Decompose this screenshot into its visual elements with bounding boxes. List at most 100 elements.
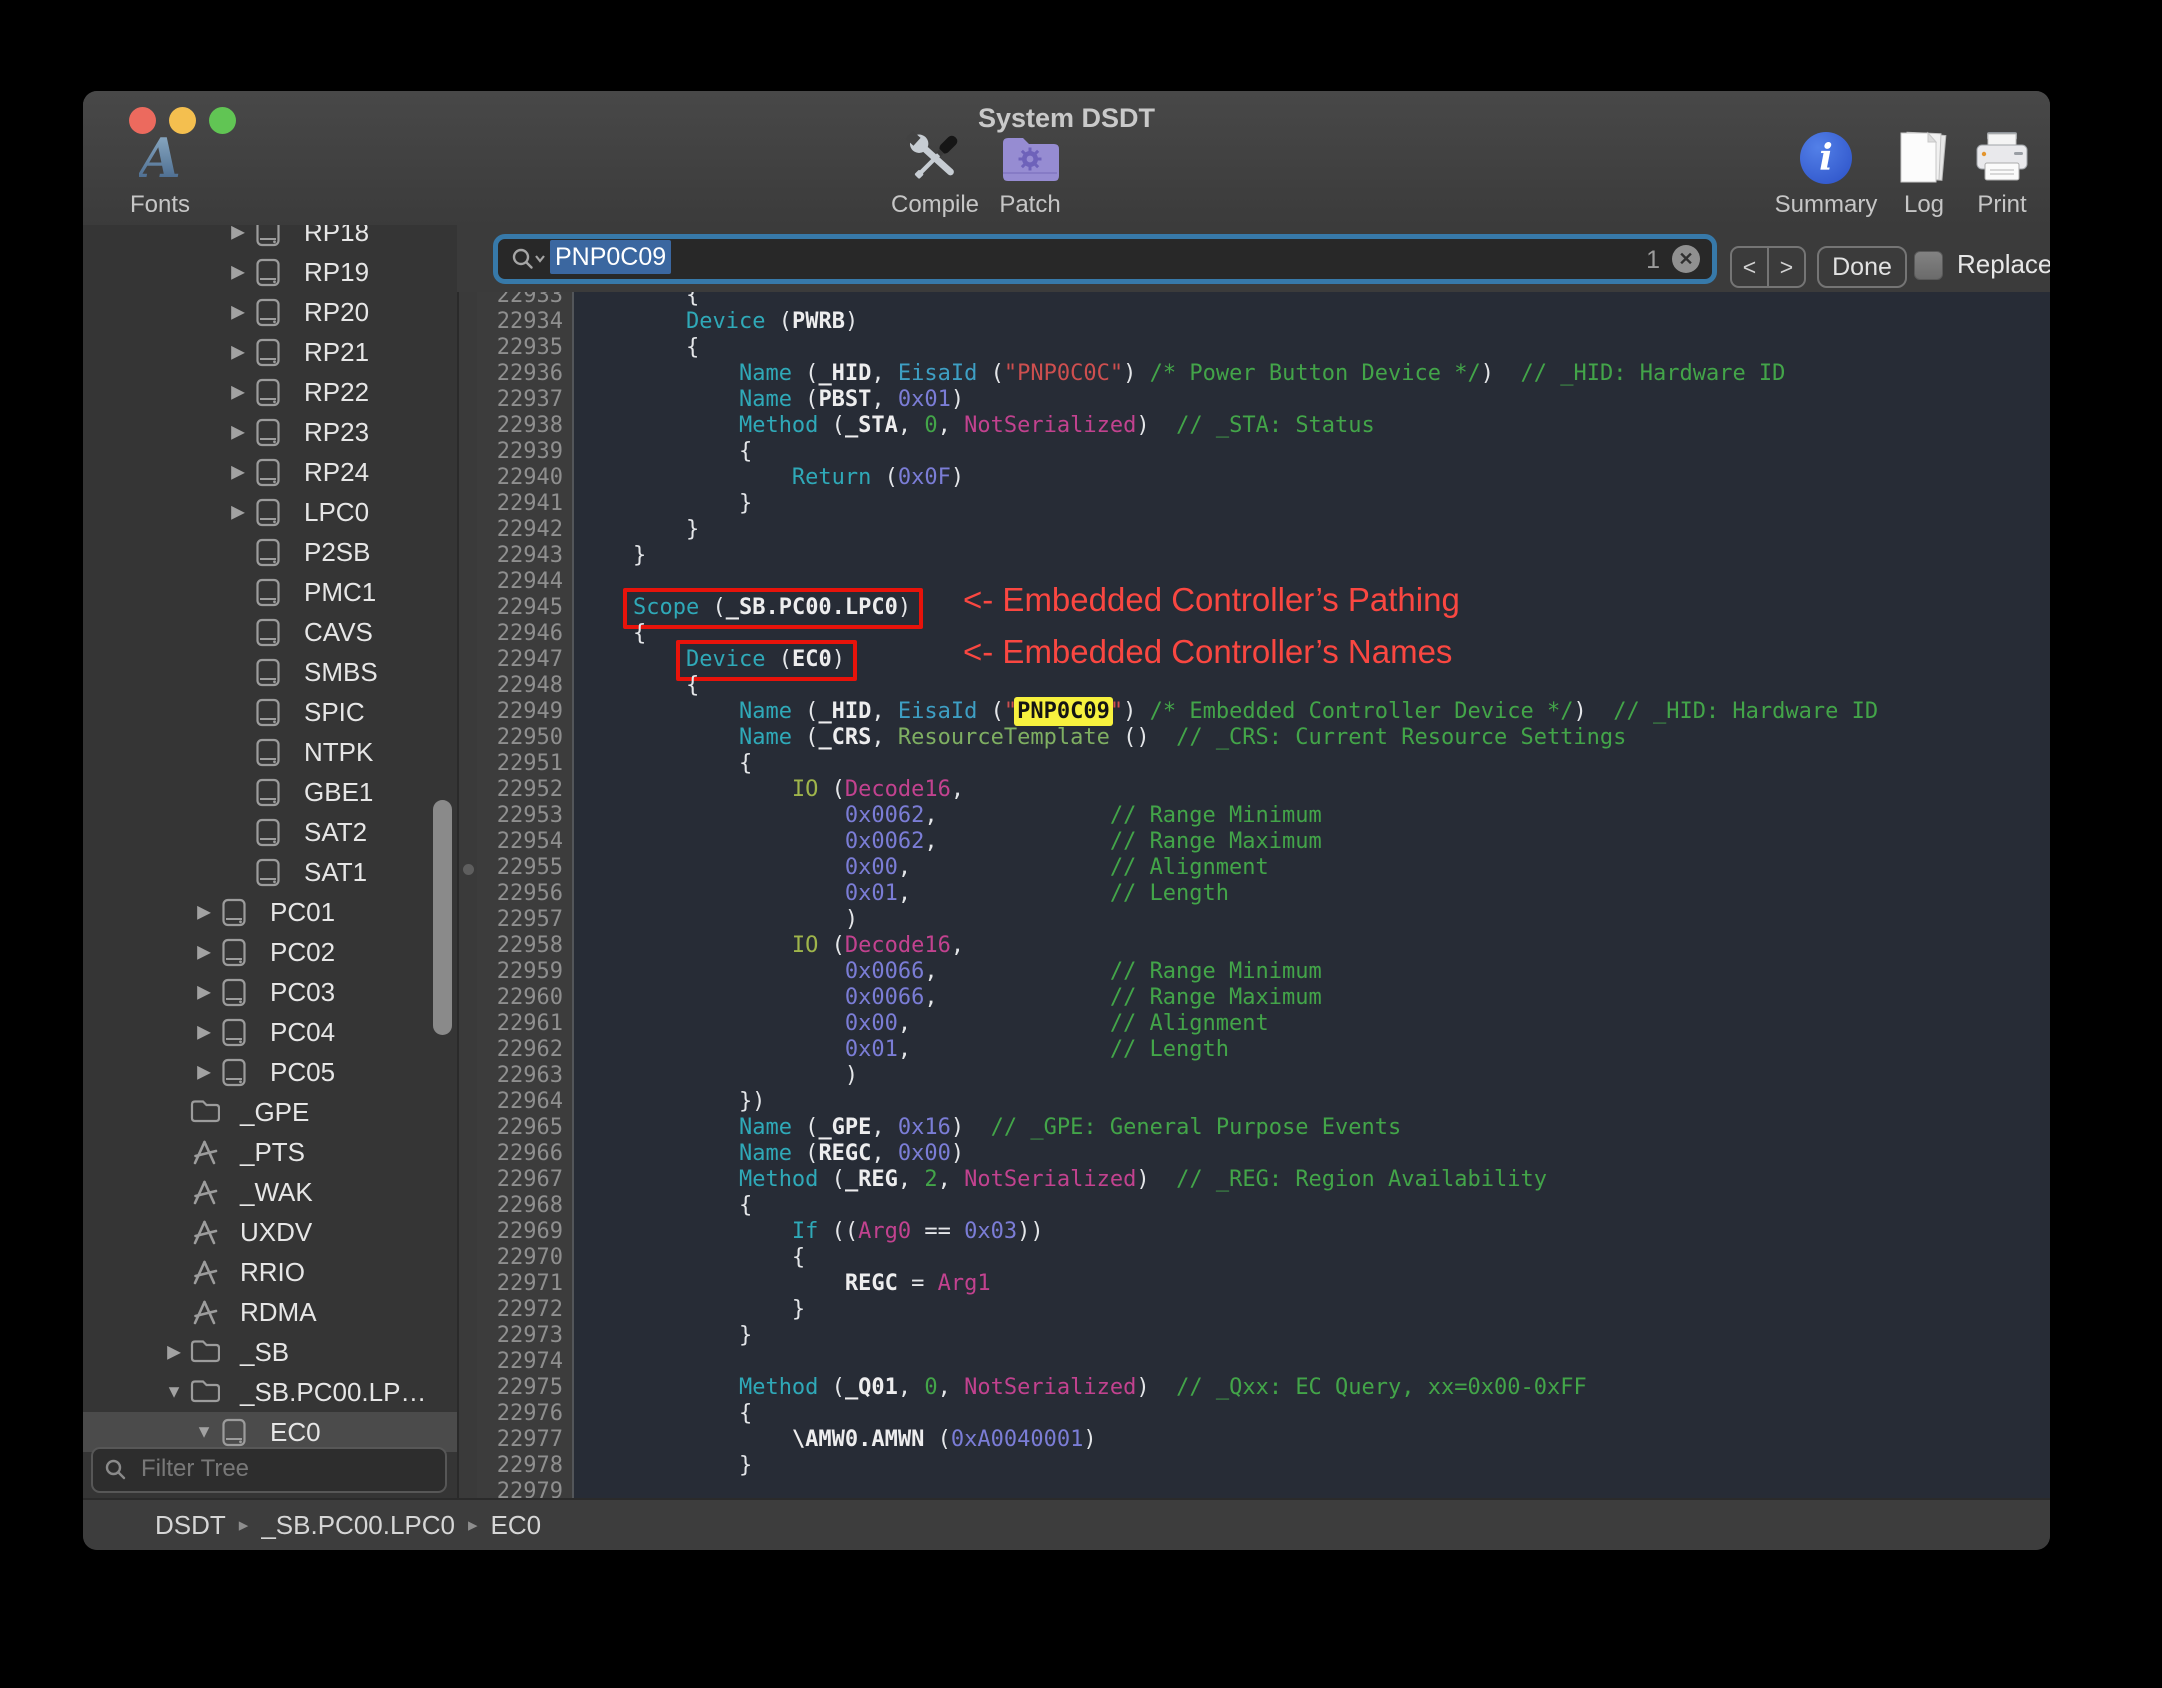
device-icon (220, 978, 248, 1007)
line-number: 22952 (496, 777, 563, 802)
code-line-22948: { (580, 673, 700, 698)
device-icon (254, 698, 282, 727)
fonts-button[interactable]: A Fonts (90, 127, 230, 219)
sidebar-item-ec0[interactable]: ▼ EC0 (83, 1412, 457, 1452)
sidebar-item-spic[interactable]: SPIC (83, 692, 457, 732)
sidebar-item-label: _GPE (240, 1097, 310, 1127)
find-next-button[interactable]: > (1769, 248, 1804, 286)
chevron-collapsed-icon[interactable]: ▶ (226, 342, 250, 363)
sidebar-item-gpe[interactable]: _GPE (83, 1092, 457, 1132)
sidebar-scrollbar-thumb[interactable] (433, 800, 452, 1035)
compile-icon (905, 130, 958, 179)
chevron-collapsed-icon[interactable]: ▶ (192, 942, 216, 963)
chevron-expanded-icon[interactable]: ▼ (162, 1382, 186, 1403)
patch-label: Patch (999, 191, 1061, 218)
sidebar-item-rp21[interactable]: ▶ RP21 (83, 332, 457, 372)
clear-search-icon[interactable]: ✕ (1672, 245, 1700, 273)
line-number: 22957 (496, 907, 563, 932)
chevron-collapsed-icon[interactable]: ▶ (192, 1062, 216, 1083)
code-line-22934: Device (PWRB) (685, 309, 859, 334)
line-number: 22942 (496, 517, 563, 542)
filter-tree-input[interactable] (139, 1451, 433, 1487)
sidebar-item-label: _PTS (240, 1137, 306, 1167)
line-number: 22976 (496, 1401, 563, 1426)
chevron-collapsed-icon[interactable]: ▶ (226, 302, 250, 323)
sidebar-item-label: RP20 (304, 297, 370, 327)
find-previous-button[interactable]: < (1732, 248, 1769, 286)
line-number: 22949 (496, 699, 563, 724)
breadcrumb-item[interactable]: _SB.PC00.LPC0 (261, 1510, 455, 1541)
sidebar-item-pc05[interactable]: ▶ PC05 (83, 1052, 457, 1092)
code-line-22962: 0x01, // Length (844, 1037, 1230, 1062)
sidebar-item-pmc1[interactable]: PMC1 (83, 572, 457, 612)
sidebar-item-label: SAT1 (304, 857, 368, 887)
code-editor[interactable]: { Device (PWRB) { Name (_HID, EisaId ("P… (574, 292, 2050, 1500)
chevron-expanded-icon[interactable]: ▼ (192, 1422, 216, 1443)
sidebar-item-smbs[interactable]: SMBS (83, 652, 457, 692)
device-icon (254, 618, 282, 647)
chevron-collapsed-icon[interactable]: ▶ (192, 982, 216, 1003)
line-number: 22973 (496, 1323, 563, 1348)
replace-checkbox[interactable] (1914, 251, 1943, 280)
sidebar-item-sat2[interactable]: SAT2 (83, 812, 457, 852)
sidebar-item-ntpk[interactable]: NTPK (83, 732, 457, 772)
sidebar-item-sat1[interactable]: SAT1 (83, 852, 457, 892)
filter-tree-field[interactable] (91, 1447, 447, 1493)
code-line-22976: { (580, 1401, 753, 1426)
chevron-collapsed-icon[interactable]: ▶ (192, 902, 216, 923)
breadcrumb-item[interactable]: EC0 (491, 1510, 542, 1541)
sidebar-item-rp24[interactable]: ▶ RP24 (83, 452, 457, 492)
sidebar-item-uxdv[interactable]: UXDV (83, 1212, 457, 1252)
code-line-22949: Name (_HID, EisaId ("PNP0C09") /* Embedd… (738, 697, 1879, 726)
sidebar-item-wak[interactable]: _WAK (83, 1172, 457, 1212)
sidebar-item-rp23[interactable]: ▶ RP23 (83, 412, 457, 452)
chevron-collapsed-icon[interactable]: ▶ (226, 462, 250, 483)
sidebar-item-sb[interactable]: ▶ _SB (83, 1332, 457, 1372)
sidebar-item-rrio[interactable]: RRIO (83, 1252, 457, 1292)
code-line-22935: { (580, 335, 700, 360)
code-line-22975: Method (_Q01, 0, NotSerialized) // _Qxx:… (738, 1375, 1587, 1400)
sidebar-item-p2sb[interactable]: P2SB (83, 532, 457, 572)
sidebar-item-rdma[interactable]: RDMA (83, 1292, 457, 1332)
breadcrumb-item[interactable]: DSDT (155, 1510, 226, 1541)
sidebar-item-pc01[interactable]: ▶ PC01 (83, 892, 457, 932)
patch-button[interactable]: Patch (960, 127, 1100, 219)
sidebar-item-rp19[interactable]: ▶ RP19 (83, 252, 457, 292)
device-icon (254, 418, 282, 447)
sidebar-item-rp22[interactable]: ▶ RP22 (83, 372, 457, 412)
chevron-collapsed-icon[interactable]: ▶ (226, 225, 250, 243)
print-button[interactable]: Print (1932, 127, 2050, 219)
sidebar-item-cavs[interactable]: CAVS (83, 612, 457, 652)
code-line-22955: 0x00, // Alignment (844, 855, 1269, 880)
chevron-collapsed-icon[interactable]: ▶ (162, 1342, 186, 1363)
line-number: 22971 (496, 1271, 563, 1296)
sidebar-item-gbe1[interactable]: GBE1 (83, 772, 457, 812)
splitter-handle-dot[interactable] (463, 864, 474, 875)
sidebar-item-pc04[interactable]: ▶ PC04 (83, 1012, 457, 1052)
search-menu-icon[interactable] (510, 246, 546, 273)
chevron-collapsed-icon[interactable]: ▶ (226, 262, 250, 283)
sidebar-item-pts[interactable]: _PTS (83, 1132, 457, 1172)
sidebar-item-label: PC01 (270, 897, 336, 927)
sidebar-item-label: RP18 (304, 225, 370, 247)
sidebar-item-lpc0[interactable]: ▶ LPC0 (83, 492, 457, 532)
sidebar-item-sb-pc00-lp[interactable]: ▼ _SB.PC00.LP… (83, 1372, 457, 1412)
sidebar-item-rp18[interactable]: ▶ RP18 (83, 225, 457, 252)
chevron-collapsed-icon[interactable]: ▶ (226, 422, 250, 443)
line-number: 22967 (496, 1167, 563, 1192)
done-button[interactable]: Done (1817, 246, 1907, 288)
code-line-22943: } (580, 543, 647, 568)
sidebar-item-pc02[interactable]: ▶ PC02 (83, 932, 457, 972)
sidebar-item-pc03[interactable]: ▶ PC03 (83, 972, 457, 1012)
sidebar-item-label: PC04 (270, 1017, 336, 1047)
splitter[interactable] (457, 292, 479, 1500)
breadcrumb-separator: ▸ (238, 1514, 249, 1536)
chevron-collapsed-icon[interactable]: ▶ (192, 1022, 216, 1043)
fonts-label: Fonts (129, 191, 191, 218)
chevron-collapsed-icon[interactable]: ▶ (226, 382, 250, 403)
chevron-collapsed-icon[interactable]: ▶ (226, 502, 250, 523)
method-icon (190, 1218, 218, 1246)
sidebar-item-rp20[interactable]: ▶ RP20 (83, 292, 457, 332)
search-input[interactable]: PNP0C09 1 ✕ (493, 234, 1717, 284)
line-number: 22940 (496, 465, 563, 490)
